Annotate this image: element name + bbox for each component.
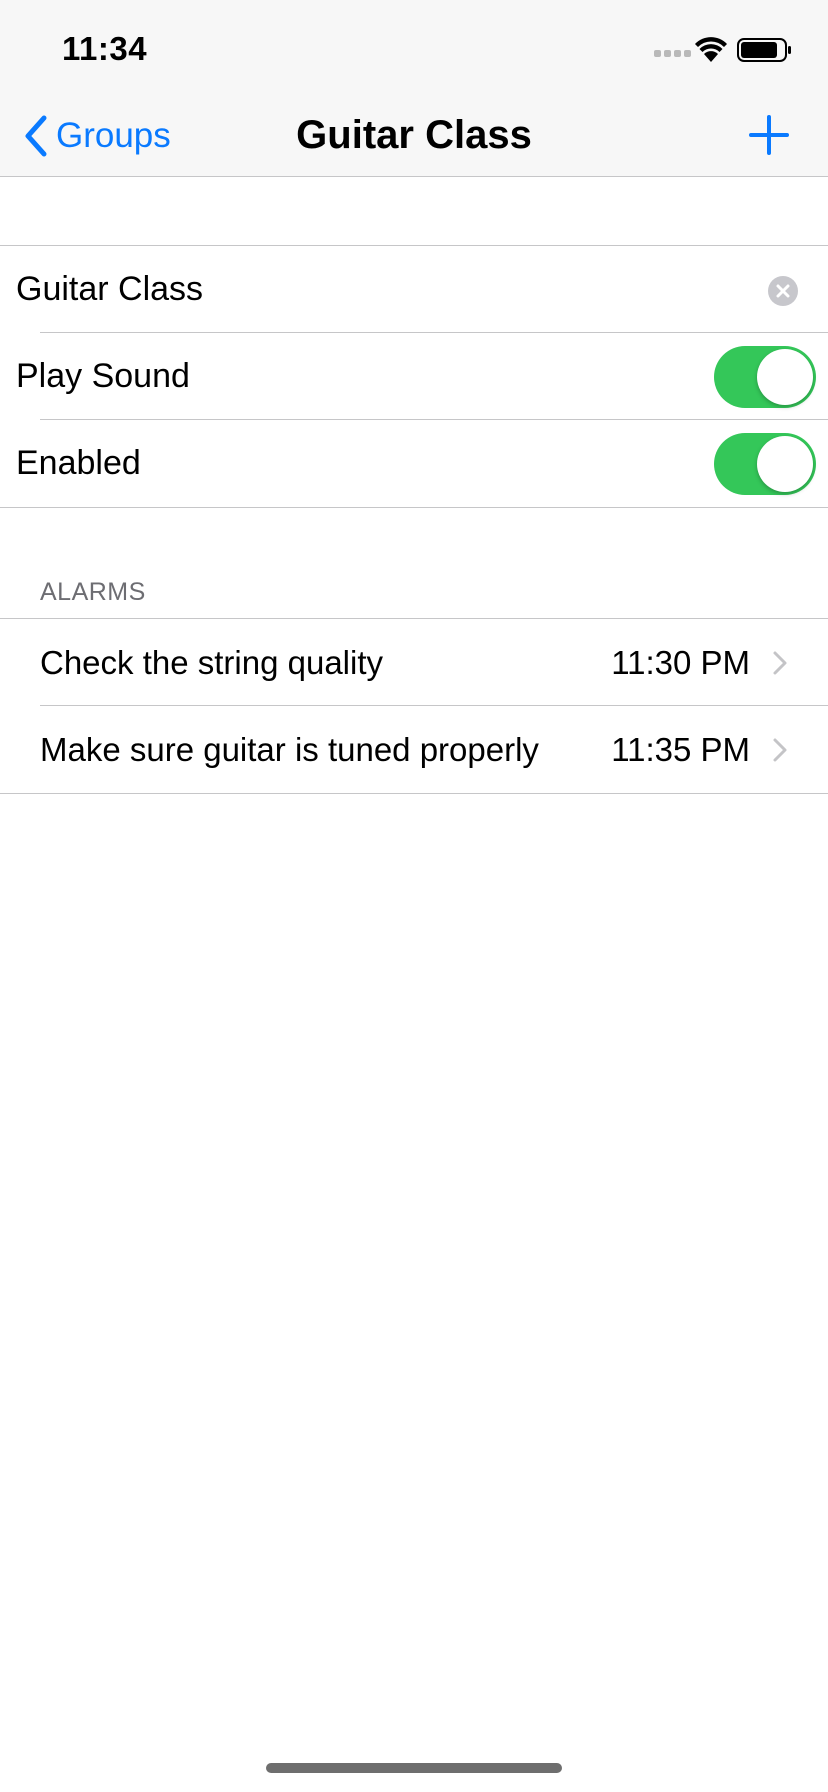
play-sound-row: Play Sound (0, 333, 828, 420)
alarm-row[interactable]: Make sure guitar is tuned properly 11:35… (0, 706, 828, 793)
signal-icon (654, 50, 691, 57)
status-bar: 11:34 (0, 0, 828, 100)
settings-group: Play Sound Enabled (0, 245, 828, 508)
add-button[interactable] (748, 114, 790, 156)
alarms-group: Check the string quality 11:30 PM Make s… (0, 618, 828, 794)
chevron-right-icon (773, 651, 787, 675)
group-name-field[interactable] (0, 246, 828, 333)
name-row (0, 246, 828, 333)
battery-icon (737, 38, 791, 62)
navigation-bar: Groups Guitar Class (0, 100, 828, 177)
page-title: Guitar Class (296, 113, 532, 157)
wifi-icon (695, 37, 727, 62)
alarm-label: Check the string quality (40, 643, 384, 681)
enabled-row: Enabled (0, 420, 828, 507)
plus-icon (749, 115, 789, 155)
alarm-label: Make sure guitar is tuned properly (40, 730, 539, 768)
play-sound-label: Play Sound (16, 357, 190, 395)
home-indicator[interactable] (266, 1763, 562, 1773)
toggle-knob (757, 436, 813, 492)
toggle-knob (757, 349, 813, 405)
enabled-label: Enabled (16, 444, 141, 482)
clear-text-icon[interactable] (768, 276, 798, 306)
alarms-section-header: ALARMS (40, 578, 146, 606)
alarm-time: 11:35 PM (611, 730, 750, 768)
chevron-right-icon (773, 738, 787, 762)
status-time: 11:34 (62, 30, 148, 67)
alarm-row[interactable]: Check the string quality 11:30 PM (0, 619, 828, 706)
alarm-time: 11:30 PM (611, 643, 750, 681)
play-sound-toggle[interactable] (714, 346, 816, 408)
enabled-toggle[interactable] (714, 433, 816, 495)
status-icons (654, 36, 794, 64)
